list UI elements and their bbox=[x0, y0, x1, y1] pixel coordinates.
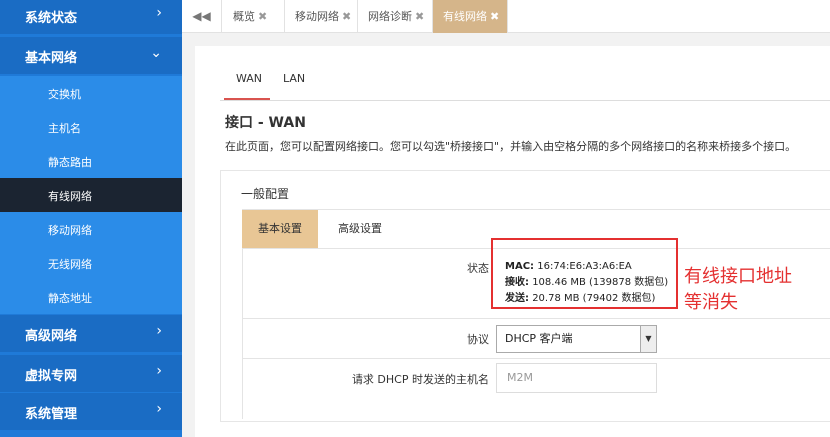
chevron-down-icon: ▼ bbox=[640, 326, 656, 352]
protocol-label: 协议 bbox=[467, 333, 489, 346]
hostname-placeholder: M2M bbox=[507, 371, 533, 384]
sidebar-item-system-management[interactable]: 系统管理 › bbox=[0, 393, 182, 430]
page-description: 在此页面，您可以配置网络接口。您可以勾选"桥接接口"，并输入由空格分隔的多个网络… bbox=[225, 140, 797, 153]
hostname-label: 请求 DHCP 时发送的主机名 bbox=[351, 373, 489, 386]
sidebar: 系统状态 › 基本网络 ⌄ 交换机 主机名 静态路由 有线网络 移动网络 无线网… bbox=[0, 0, 182, 437]
sidebar-subitem-label: 静态路由 bbox=[48, 156, 92, 169]
tab-label: 有线网络 bbox=[443, 10, 487, 23]
chevron-right-icon: › bbox=[156, 323, 162, 339]
chevron-right-icon: › bbox=[156, 5, 162, 21]
sidebar-subitem-label: 主机名 bbox=[48, 122, 81, 135]
tab-wan[interactable]: WAN bbox=[236, 66, 262, 92]
tab-label: 概览 bbox=[233, 10, 255, 23]
form-row-hostname: 请求 DHCP 时发送的主机名 M2M bbox=[243, 359, 830, 399]
tab-label: 移动网络 bbox=[295, 10, 339, 23]
chevron-right-icon: › bbox=[156, 401, 162, 417]
close-icon[interactable]: ✖ bbox=[342, 10, 351, 23]
sidebar-item-wired-network[interactable]: 有线网络 bbox=[0, 178, 182, 212]
sidebar-item-mobile-network[interactable]: 移动网络 bbox=[0, 212, 182, 246]
sidebar-item-basic-network[interactable]: 基本网络 ⌄ bbox=[0, 37, 182, 74]
sidebar-item-label: 虚拟专网 bbox=[25, 369, 78, 384]
sidebar-item-label: 高级网络 bbox=[25, 329, 78, 344]
scroll-left-icon[interactable]: ◀◀ bbox=[182, 0, 222, 33]
sidebar-item-static-route[interactable]: 静态路由 bbox=[0, 144, 182, 178]
sidebar-item-wireless-network[interactable]: 无线网络 bbox=[0, 246, 182, 280]
annotation-text: 有线接口地址 等消失 bbox=[684, 264, 792, 316]
sidebar-subitem-label: 有线网络 bbox=[48, 190, 92, 203]
sidebar-item-advanced-network[interactable]: 高级网络 › bbox=[0, 315, 182, 352]
sidebar-item-label: 系统状态 bbox=[25, 11, 78, 26]
chevron-down-icon: ⌄ bbox=[150, 45, 162, 61]
sidebar-item-label: 基本网络 bbox=[25, 51, 78, 66]
sidebar-subitem-label: 无线网络 bbox=[48, 258, 92, 271]
page-title: 接口 - WAN bbox=[225, 115, 306, 131]
form-row-protocol: 协议 DHCP 客户端 ▼ bbox=[243, 319, 830, 359]
hostname-input[interactable]: M2M bbox=[496, 363, 657, 393]
annotation-highlight-box bbox=[491, 238, 678, 309]
tab-wired-network[interactable]: 有线网络 ✖ bbox=[433, 0, 508, 33]
section-title: 一般配置 bbox=[241, 187, 290, 201]
sidebar-subitem-label: 交换机 bbox=[48, 88, 81, 101]
sidebar-item-switch[interactable]: 交换机 bbox=[0, 76, 182, 110]
tab-mobile-network[interactable]: 移动网络 ✖ bbox=[285, 0, 358, 33]
protocol-select-value: DHCP 客户端 bbox=[505, 332, 573, 345]
sidebar-subitem-label: 静态地址 bbox=[48, 292, 92, 305]
sidebar-item-vpn[interactable]: 虚拟专网 › bbox=[0, 355, 182, 392]
close-icon[interactable]: ✖ bbox=[490, 10, 499, 23]
active-tab-indicator bbox=[224, 98, 270, 100]
tab-overview[interactable]: 概览 ✖ bbox=[223, 0, 285, 33]
divider bbox=[220, 100, 830, 101]
status-label: 状态 bbox=[467, 262, 489, 275]
close-icon[interactable]: ✖ bbox=[258, 10, 267, 23]
tab-lan[interactable]: LAN bbox=[283, 66, 305, 92]
sidebar-subitem-label: 移动网络 bbox=[48, 224, 92, 237]
sidebar-item-static-address[interactable]: 静态地址 bbox=[0, 280, 182, 314]
protocol-select[interactable]: DHCP 客户端 ▼ bbox=[496, 325, 657, 353]
sidebar-item-system-status[interactable]: 系统状态 › bbox=[0, 0, 182, 34]
sidebar-item-hostname[interactable]: 主机名 bbox=[0, 110, 182, 144]
tab-network-diagnostics[interactable]: 网络诊断 ✖ bbox=[358, 0, 433, 33]
sidebar-item-label: 系统管理 bbox=[25, 407, 78, 422]
tab-label: 网络诊断 bbox=[368, 10, 412, 23]
annotation-line: 等消失 bbox=[684, 292, 738, 313]
tab-advanced-settings[interactable]: 高级设置 bbox=[330, 210, 390, 248]
annotation-line: 有线接口地址 bbox=[684, 266, 792, 287]
tab-basic-settings[interactable]: 基本设置 bbox=[242, 210, 318, 248]
chevron-right-icon: › bbox=[156, 363, 162, 379]
page-tab-bar: ◀◀ 概览 ✖ 移动网络 ✖ 网络诊断 ✖ 有线网络 ✖ bbox=[182, 0, 830, 33]
sidebar-submenu: 交换机 主机名 静态路由 有线网络 移动网络 无线网络 静态地址 bbox=[0, 76, 182, 314]
close-icon[interactable]: ✖ bbox=[415, 10, 424, 23]
